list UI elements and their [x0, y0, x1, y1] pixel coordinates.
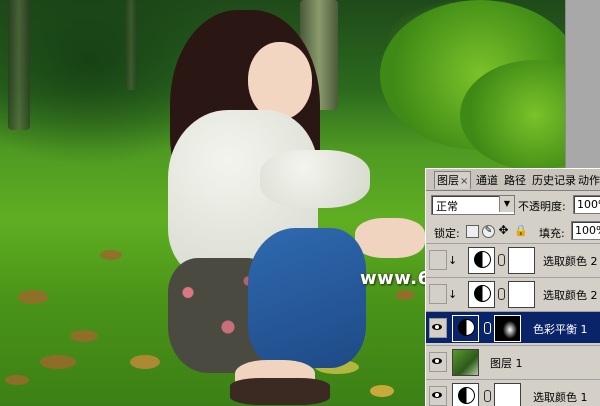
woman-jeans: [248, 228, 366, 368]
opacity-field[interactable]: 100%: [573, 195, 600, 214]
link-icon: [484, 322, 491, 334]
adjustment-layer-icon: [468, 247, 495, 274]
link-icon: [498, 288, 505, 300]
layer-name: 图层 1: [490, 357, 523, 370]
tab-layers[interactable]: 图层×: [434, 171, 472, 189]
adjustment-layer-icon: [468, 281, 495, 308]
fill-field[interactable]: 100%: [571, 221, 600, 240]
layer-name: 选取颜色 2: [543, 289, 598, 302]
lock-paint-icon[interactable]: ✎: [482, 225, 495, 238]
layer-mask-thumbnail: [494, 383, 521, 406]
panel-tab-bar: 图层× 通道 路径 历史记录 动作: [426, 169, 600, 191]
close-tab-icon[interactable]: ×: [460, 176, 468, 187]
link-icon: [484, 390, 491, 402]
layer-name: 选取颜色 1: [533, 391, 588, 404]
link-icon: [498, 254, 505, 266]
layer-name: 选取颜色 2: [543, 255, 598, 268]
layer-row-selected[interactable]: 色彩平衡 1: [426, 311, 600, 343]
layers-panel: 图层× 通道 路径 历史记录 动作 正常 ▼ 不透明度: 100% 锁定: ✎ …: [425, 168, 600, 406]
tab-actions[interactable]: 动作: [578, 172, 600, 189]
blend-mode-value: 正常: [436, 200, 458, 213]
tab-channels[interactable]: 通道: [476, 172, 498, 189]
layer-name: 色彩平衡 1: [533, 323, 588, 336]
opacity-label: 不透明度:: [518, 200, 566, 213]
eye-icon[interactable]: [429, 352, 447, 372]
eye-icon[interactable]: [429, 318, 447, 338]
layer-mask-thumbnail: [508, 247, 535, 274]
clipping-arrow-icon: ↓: [448, 254, 458, 267]
layer-mask-thumbnail: [508, 281, 535, 308]
layer-mask-thumbnail: [494, 315, 521, 342]
woman-face: [248, 42, 312, 120]
lock-label: 锁定:: [434, 227, 460, 240]
woman-shoe: [230, 378, 330, 405]
canvas-gray-strip: [565, 0, 600, 168]
tab-paths[interactable]: 路径: [504, 172, 526, 189]
adjustment-layer-icon: [452, 383, 479, 406]
blend-mode-select[interactable]: 正常 ▼: [431, 195, 515, 215]
layer-row[interactable]: 图层 1: [426, 345, 600, 377]
tab-history[interactable]: 历史记录: [532, 172, 576, 189]
visibility-toggle-off[interactable]: [429, 284, 447, 304]
lock-all-icon[interactable]: 🔒: [514, 225, 528, 236]
clipping-arrow-icon: ↓: [448, 288, 458, 301]
layer-row[interactable]: ↓ 选取颜色 2: [426, 277, 600, 309]
eye-icon[interactable]: [429, 386, 447, 406]
lock-transparency-icon[interactable]: [466, 225, 479, 238]
layer-thumbnail: [452, 349, 479, 376]
layer-row[interactable]: ↓ 选取颜色 2: [426, 243, 600, 275]
chevron-down-icon[interactable]: ▼: [499, 196, 514, 212]
lock-move-icon[interactable]: ✥: [498, 224, 509, 236]
adjustment-layer-icon: [452, 315, 479, 342]
layer-row[interactable]: 选取颜色 1: [426, 379, 600, 406]
fill-label: 填充:: [539, 227, 565, 240]
visibility-toggle-off[interactable]: [429, 250, 447, 270]
